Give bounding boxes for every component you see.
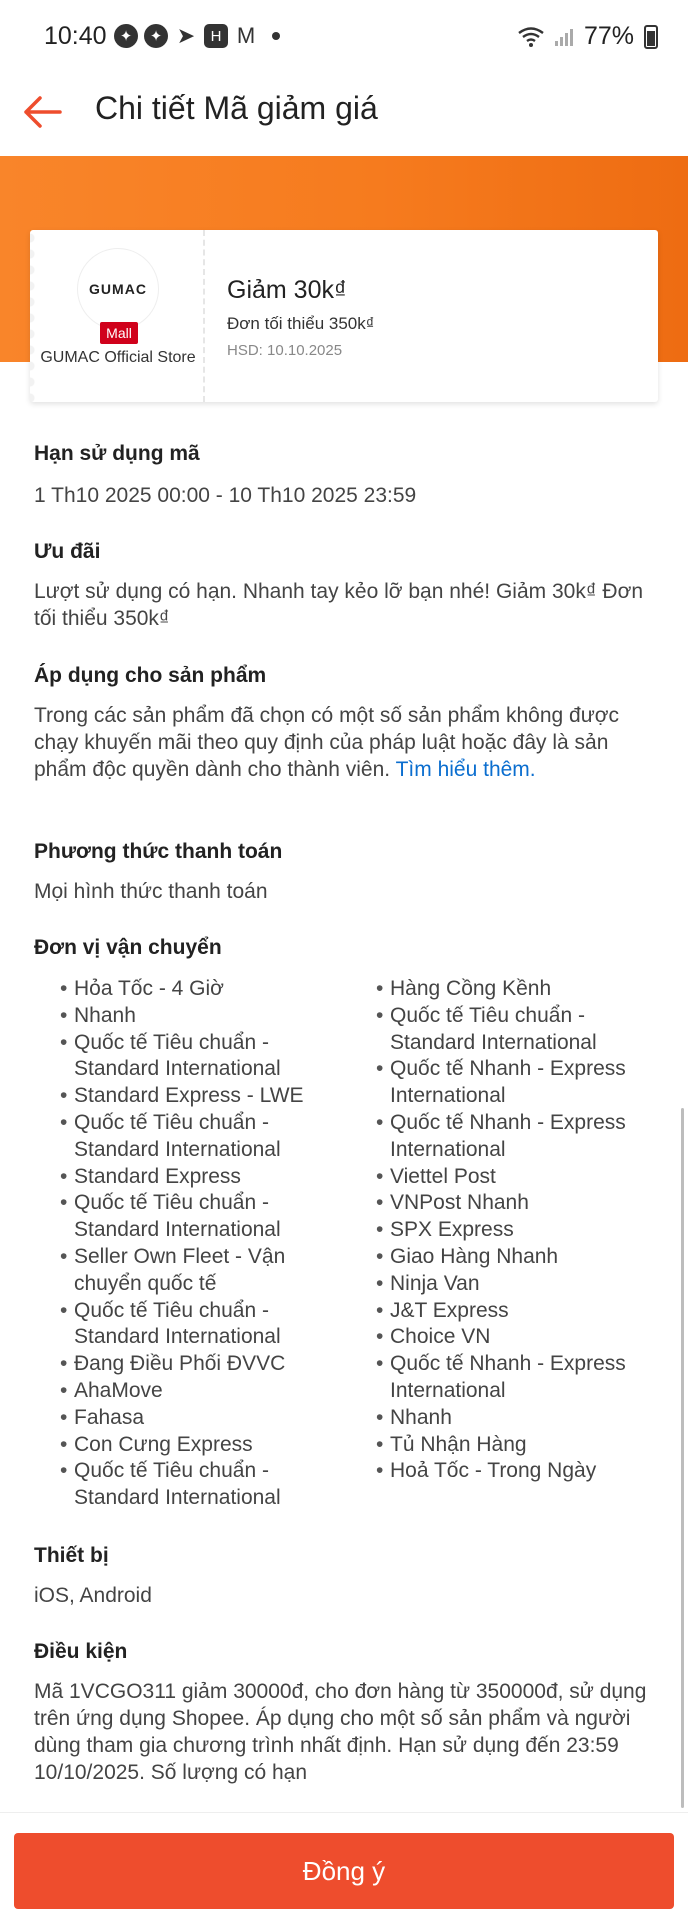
shipping-option: Giao Hàng Nhanh (350, 1244, 650, 1271)
messenger-icon: ✦ (114, 24, 138, 48)
shipping-option: Con Cưng Express (34, 1432, 334, 1459)
conditions-title: Điều kiện (34, 1640, 128, 1663)
shipping-option: Quốc tế Nhanh - Express International (350, 1110, 650, 1164)
devices-title: Thiết bị (34, 1544, 109, 1567)
agree-button[interactable]: Đồng ý (14, 1833, 674, 1909)
shipping-option: Choice VN (350, 1324, 650, 1351)
gmail-icon: M (236, 23, 256, 48)
battery-percent: 77% (583, 22, 634, 50)
shipping-option: Hỏa Tốc - 4 Giờ (34, 976, 334, 1003)
applicable-products-title: Áp dụng cho sản phẩm (34, 664, 267, 687)
footer: Đồng ý (0, 1812, 688, 1920)
voucher-title: Giảm 30k₫ (227, 276, 347, 304)
voucher-shop-panel: GUMAC Mall GUMAC Official Store (30, 230, 205, 402)
shipping-option: VNPost Nhanh (350, 1190, 650, 1217)
messenger-icon: ✦ (144, 24, 168, 48)
usage-period-text: 1 Th10 2025 00:00 - 10 Th10 2025 23:59 (34, 484, 417, 507)
shipping-option: AhaMove (34, 1378, 334, 1405)
payment-text: Mọi hình thức thanh toán (34, 880, 268, 903)
shipping-option: Standard Express (34, 1164, 334, 1191)
shipping-option: Standard Express - LWE (34, 1083, 334, 1110)
shipping-option: Đang Điều Phối ĐVVC (34, 1351, 334, 1378)
shop-name: GUMAC Official Store (40, 349, 196, 366)
signal-icon (554, 28, 573, 46)
shipping-list-right: Hàng Cồng KềnhQuốc tế Tiêu chuẩn - Stand… (350, 976, 650, 1485)
usage-period-title: Hạn sử dụng mã (34, 442, 200, 465)
notification-icons: ✦ ✦ ➤ H M (114, 23, 280, 48)
status-bar: 10:40 ✦ ✦ ➤ H M 77% (0, 0, 688, 76)
conditions-text: Mã 1VCGO311 giảm 30000đ, cho đơn hàng từ… (34, 1680, 647, 1784)
h-app-icon: H (204, 24, 228, 48)
shipping-option: Quốc tế Tiêu chuẩn - Standard Internatio… (34, 1110, 334, 1164)
shop-logo: GUMAC (77, 248, 159, 330)
offer-title: Ưu đãi (34, 540, 101, 563)
shipping-option: Quốc tế Nhanh - Express International (350, 1351, 650, 1405)
shipping-list-left: Hỏa Tốc - 4 GiờNhanhQuốc tế Tiêu chuẩn -… (34, 976, 334, 1512)
shipping-option: Quốc tế Tiêu chuẩn - Standard Internatio… (34, 1458, 334, 1512)
shipping-option: Viettel Post (350, 1164, 650, 1191)
shipping-title: Đơn vị vận chuyển (34, 936, 222, 959)
voucher-expiry: HSD: 10.10.2025 (227, 342, 343, 359)
shipping-option: Fahasa (34, 1405, 334, 1432)
telegram-icon: ➤ (176, 23, 196, 48)
more-notifications-dot (272, 32, 280, 40)
payment-title: Phương thức thanh toán (34, 840, 283, 863)
shipping-option: Quốc tế Tiêu chuẩn - Standard Internatio… (350, 1003, 650, 1057)
scrollbar[interactable] (681, 1108, 684, 1808)
applicable-products-text: Trong các sản phẩm đã chọn có một số sản… (34, 702, 664, 783)
battery-icon (644, 24, 658, 49)
shipping-option: Quốc tế Tiêu chuẩn - Standard Internatio… (34, 1030, 334, 1084)
offer-text: Lượt sử dụng có hạn. Nhanh tay kẻo lỡ bạ… (34, 580, 644, 630)
shipping-option: Hoả Tốc - Trong Ngày (350, 1458, 650, 1485)
shipping-option: Nhanh (350, 1405, 650, 1432)
devices-text: iOS, Android (34, 1584, 152, 1607)
shipping-option: Quốc tế Nhanh - Express International (350, 1056, 650, 1110)
shipping-option: J&T Express (350, 1298, 650, 1325)
shipping-option: Seller Own Fleet - Vận chuyển quốc tế (34, 1244, 334, 1298)
mall-badge: Mall (100, 322, 138, 344)
voucher-card: GUMAC Mall GUMAC Official Store Giảm 30k… (30, 230, 658, 402)
shipping-option: Nhanh (34, 1003, 334, 1030)
wifi-icon (518, 26, 544, 47)
shipping-option: Tủ Nhận Hàng (350, 1432, 650, 1459)
shipping-option: Hàng Cồng Kềnh (350, 976, 650, 1003)
status-right: 77% (518, 22, 658, 51)
header: Chi tiết Mã giảm giá (0, 76, 688, 156)
voucher-min-order: Đơn tối thiểu 350k₫ (227, 314, 375, 333)
shipping-option: SPX Express (350, 1217, 650, 1244)
page-title: Chi tiết Mã giảm giá (95, 90, 378, 126)
shipping-option: Quốc tế Tiêu chuẩn - Standard Internatio… (34, 1190, 334, 1244)
shipping-option: Quốc tế Tiêu chuẩn - Standard Internatio… (34, 1298, 334, 1352)
learn-more-link[interactable]: Tìm hiểu thêm. (396, 758, 536, 781)
shipping-option: Ninja Van (350, 1271, 650, 1298)
back-arrow-icon[interactable] (20, 90, 64, 134)
status-time: 10:40 (44, 22, 107, 50)
